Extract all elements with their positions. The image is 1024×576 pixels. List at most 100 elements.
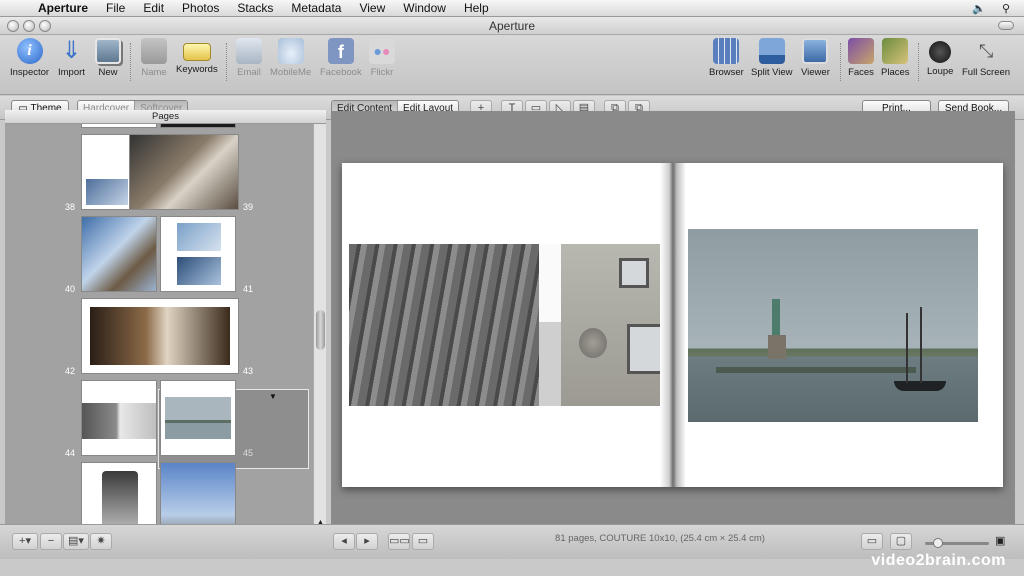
previous-page-button[interactable]: ◂ [333, 533, 355, 550]
menu-window[interactable]: Window [394, 1, 455, 15]
page-photo [177, 257, 221, 285]
email-button[interactable]: Email [236, 38, 262, 78]
page-thumbnail[interactable] [129, 134, 239, 210]
mobileme-button[interactable]: MobileMe [270, 38, 311, 78]
page-thumbnail[interactable] [160, 216, 236, 292]
gear-icon: ✷ [96, 535, 106, 547]
photo-building-tower[interactable] [349, 244, 539, 406]
spotlight-search-icon[interactable]: ⚲ [1002, 2, 1010, 15]
book-gutter [660, 163, 686, 487]
pages-thumbnail-area: 38 39 40 41 42 43 ▼ 44 45 [5, 124, 313, 540]
single-page-view-button[interactable]: ▭ [412, 533, 434, 550]
next-page-button[interactable]: ▸ [356, 533, 378, 550]
loupe-icon [929, 41, 952, 63]
facade-emblem [579, 328, 607, 358]
zoom-max-icon[interactable]: ▣ [995, 534, 1005, 547]
photo-sky-gap [539, 244, 561, 406]
photo-statue-of-liberty[interactable] [688, 229, 978, 422]
pages-header: Pages [5, 110, 326, 124]
loupe-button[interactable]: Loupe [927, 38, 953, 77]
flickr-button[interactable]: ●● Flickr [369, 38, 395, 78]
page-thumbnail[interactable] [81, 380, 157, 456]
info-icon: i [16, 38, 43, 64]
menu-stacks[interactable]: Stacks [228, 1, 282, 15]
import-button[interactable]: ⇓ Import [58, 37, 85, 79]
arrow-left-icon: ◂ [341, 535, 347, 547]
inspector-button[interactable]: i Inspector [10, 38, 49, 78]
page-photo [82, 403, 156, 439]
browser-button[interactable]: Browser [709, 38, 744, 78]
aperture-window: Aperture i Inspector ⇓ Import New Name K… [0, 17, 1024, 576]
page-number: 38 [65, 202, 76, 212]
viewer-button[interactable]: Viewer [801, 38, 830, 78]
page-layout-menu-button[interactable]: ▤▾ [63, 533, 89, 550]
menu-bar: Aperture File Edit Photos Stacks Metadat… [0, 0, 1024, 17]
mobileme-cloud-icon [277, 38, 304, 64]
spread-view-button[interactable]: ▭▭ [388, 533, 410, 550]
volume-icon[interactable]: 🔈 [972, 2, 986, 15]
import-arrow-icon: ⇓ [61, 37, 82, 64]
flickr-icon: ●● [369, 38, 395, 64]
page-number: 43 [243, 366, 254, 376]
split-view-button[interactable]: Split View [751, 38, 793, 78]
layout-icon: ▤▾ [68, 535, 84, 547]
page-thumbnail[interactable] [81, 298, 239, 374]
single-page-icon: ▭ [417, 535, 429, 547]
page-thumbnail[interactable] [160, 124, 236, 128]
page-thumbnail[interactable] [81, 216, 157, 292]
book-status-text: 81 pages, COUTURE 10x10, (25.4 cm × 25.4… [555, 533, 765, 544]
statue-pedestal [768, 335, 786, 359]
toolbar-toggle-button[interactable] [998, 21, 1014, 30]
facebook-button[interactable]: f Facebook [320, 38, 362, 78]
sailboat-mast [920, 307, 922, 383]
menu-photos[interactable]: Photos [173, 1, 228, 15]
page-thumbnail[interactable] [160, 380, 236, 456]
full-screen-button[interactable]: ⤡ Full Screen [962, 38, 1010, 78]
keyword-tag-icon [182, 43, 211, 61]
add-menu-button[interactable]: +▾ [12, 533, 38, 550]
menu-edit[interactable]: Edit [134, 1, 173, 15]
zoom-slider-knob[interactable] [933, 538, 943, 548]
toolbar-divider [840, 43, 841, 81]
zoom-slider[interactable] [925, 538, 989, 548]
photo-building-facade[interactable] [561, 244, 671, 406]
scrollbar-thumb[interactable] [316, 310, 325, 350]
new-button[interactable]: New [95, 38, 121, 78]
menu-metadata[interactable]: Metadata [282, 1, 350, 15]
page-options-triangle-icon[interactable]: ▼ [269, 392, 277, 401]
full-screen-icon: ⤡ [978, 41, 994, 61]
window-title: Aperture [488, 19, 536, 33]
book-spread [342, 163, 1003, 487]
page-number: 41 [243, 284, 254, 294]
menu-view[interactable]: View [350, 1, 394, 15]
zoom-percent-button[interactable]: ▢ [890, 533, 912, 550]
email-icon [236, 38, 262, 64]
page-number: 42 [65, 366, 76, 376]
pages-sidebar: Pages 38 39 40 41 42 43 ▼ 44 45 ▲ [5, 110, 326, 540]
faces-button[interactable]: Faces [848, 38, 874, 78]
places-map-icon [882, 38, 909, 64]
browser-grid-icon [713, 38, 740, 64]
viewer-icon [802, 38, 829, 64]
places-button[interactable]: Places [881, 38, 910, 78]
new-album-icon [95, 38, 121, 64]
spread-view-icon: ▭▭ [389, 535, 410, 547]
remove-page-button[interactable]: − [40, 533, 62, 550]
sailboat-mast [906, 313, 908, 383]
name-button[interactable]: Name [141, 38, 167, 78]
page-photo [165, 397, 231, 439]
page-number: 44 [65, 448, 76, 458]
menu-file[interactable]: File [97, 1, 134, 15]
toolbar-divider [226, 43, 227, 81]
facade-window [619, 258, 649, 288]
facebook-icon: f [327, 38, 354, 64]
menu-help[interactable]: Help [455, 1, 498, 15]
fit-view-button[interactable]: ▭ [861, 533, 883, 550]
plus-icon: +▾ [19, 535, 31, 547]
app-menu[interactable]: Aperture [36, 1, 97, 15]
keywords-button[interactable]: Keywords [176, 38, 218, 75]
page-thumbnail[interactable] [81, 124, 157, 128]
page-number: 39 [243, 202, 254, 212]
action-menu-button[interactable]: ✷ [90, 533, 112, 550]
pages-scrollbar[interactable]: ▲ ▼ [313, 124, 326, 540]
